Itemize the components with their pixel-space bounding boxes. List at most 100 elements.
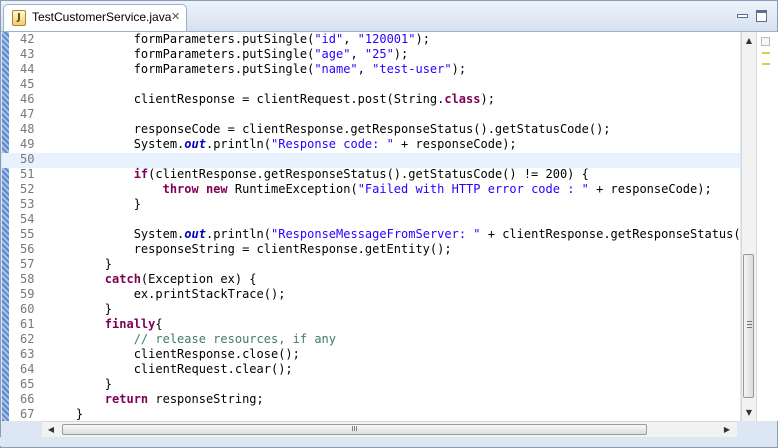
code-editor[interactable]: 42 formParameters.putSingle("id", "12000…	[2, 32, 740, 421]
code-text[interactable]: }	[47, 302, 112, 317]
scroll-down-arrow-icon[interactable]: ▼	[742, 406, 756, 420]
code-line[interactable]: 43 formParameters.putSingle("age", "25")…	[2, 47, 740, 62]
token: ,	[343, 32, 358, 46]
overview-ruler[interactable]	[756, 32, 778, 421]
code-line[interactable]: 48 responseCode = clientResponse.getResp…	[2, 122, 740, 137]
warning-marker[interactable]	[762, 52, 770, 54]
code-text[interactable]: System.out.println("Response code: " + r…	[47, 137, 517, 152]
warning-marker[interactable]	[762, 63, 770, 65]
code-text[interactable]: return responseString;	[47, 392, 264, 407]
line-number: 54	[20, 212, 35, 226]
code-line[interactable]: 52 throw new RuntimeException("Failed wi…	[2, 182, 740, 197]
scroll-right-arrow-icon[interactable]: ▶	[720, 423, 734, 437]
vertical-scroll-thumb[interactable]	[743, 254, 754, 398]
token: }	[47, 257, 113, 271]
code-text[interactable]: }	[47, 197, 141, 212]
code-line[interactable]: 57 }	[2, 257, 740, 272]
horizontal-scroll-thumb[interactable]: III	[62, 424, 647, 435]
token: );	[480, 92, 495, 106]
horizontal-scrollbar[interactable]: ◀ III ▶	[42, 421, 737, 438]
token: clientResponse.close();	[47, 347, 300, 361]
line-number: 56	[20, 242, 35, 256]
code-text[interactable]: clientResponse.close();	[47, 347, 300, 362]
code-line[interactable]: 62 // release resources, if any	[2, 332, 740, 347]
code-line[interactable]: 55 System.out.println("ResponseMessageFr…	[2, 227, 740, 242]
scroll-left-arrow-icon[interactable]: ◀	[44, 423, 58, 437]
code-line[interactable]: 64 clientRequest.clear();	[2, 362, 740, 377]
code-text[interactable]: }	[47, 407, 83, 421]
code-text[interactable]: // release resources, if any	[47, 332, 336, 347]
editor-tab[interactable]: J TestCustomerService.java ✕	[3, 4, 187, 31]
code-text[interactable]: if(clientResponse.getResponseStatus().ge…	[47, 167, 589, 182]
line-number: 48	[20, 122, 35, 136]
code-line[interactable]: 53 }	[2, 197, 740, 212]
line-number: 61	[20, 317, 35, 331]
line-number: 46	[20, 92, 35, 106]
code-text[interactable]: formParameters.putSingle("age", "25");	[47, 47, 409, 62]
token: responseString;	[148, 392, 264, 406]
code-text[interactable]: throw new RuntimeException("Failed with …	[47, 182, 712, 197]
code-text[interactable]: }	[47, 377, 112, 392]
code-line[interactable]: 54	[2, 212, 740, 227]
line-number: 65	[20, 377, 35, 391]
code-line[interactable]: 42 formParameters.putSingle("id", "12000…	[2, 32, 740, 47]
code-text[interactable]: }	[47, 257, 112, 272]
code-line[interactable]: 65 }	[2, 377, 740, 392]
minimize-icon[interactable]	[736, 10, 748, 20]
code-line[interactable]: 51 if(clientResponse.getResponseStatus()…	[2, 167, 740, 182]
grip-line	[747, 327, 752, 328]
token: (clientResponse.getResponseStatus().getS…	[148, 167, 589, 181]
code-lines[interactable]: 42 formParameters.putSingle("id", "12000…	[2, 32, 740, 421]
code-line[interactable]: 67 }	[2, 407, 740, 421]
code-line[interactable]: 66 return responseString;	[2, 392, 740, 407]
code-text[interactable]: formParameters.putSingle("name", "test-u…	[47, 62, 466, 77]
token: );	[393, 47, 409, 61]
overview-status-icon	[761, 37, 770, 46]
scroll-up-arrow-icon[interactable]: ▲	[742, 34, 756, 48]
code-text[interactable]: responseString = clientResponse.getEntit…	[47, 242, 452, 257]
grip-line	[747, 321, 752, 322]
line-number: 64	[20, 362, 35, 376]
token: ,	[357, 62, 373, 76]
code-line[interactable]: 58 catch(Exception ex) {	[2, 272, 740, 287]
code-text[interactable]: ex.printStackTrace();	[47, 287, 286, 302]
code-text[interactable]: clientResponse = clientRequest.post(Stri…	[47, 92, 495, 107]
code-line[interactable]: 47	[2, 107, 740, 122]
code-text[interactable]: catch(Exception ex) {	[47, 272, 257, 287]
code-line[interactable]: 50	[2, 152, 740, 167]
code-line[interactable]: 56 responseString = clientResponse.getEn…	[2, 242, 740, 257]
code-line[interactable]: 60 }	[2, 302, 740, 317]
line-number: 52	[20, 182, 35, 196]
code-text[interactable]: responseCode = clientResponse.getRespons…	[47, 122, 611, 137]
token-kw: new	[205, 182, 228, 196]
code-line[interactable]: 45	[2, 77, 740, 92]
line-number: 44	[20, 62, 35, 76]
token: System.	[47, 137, 185, 151]
java-file-icon: J	[12, 10, 26, 26]
code-text[interactable]: System.out.println("ResponseMessageFromS…	[47, 227, 740, 242]
token-kw: catch	[104, 272, 141, 286]
code-line[interactable]: 61 finally{	[2, 317, 740, 332]
close-tab-icon[interactable]: ✕	[171, 10, 180, 23]
line-number: 55	[20, 227, 35, 241]
code-line[interactable]: 44 formParameters.putSingle("name", "tes…	[2, 62, 740, 77]
code-text[interactable]: clientRequest.clear();	[47, 362, 293, 377]
code-line[interactable]: 59 ex.printStackTrace();	[2, 287, 740, 302]
maximize-icon[interactable]	[756, 10, 767, 22]
code-text[interactable]: finally{	[47, 317, 163, 332]
code-line[interactable]: 63 clientResponse.close();	[2, 347, 740, 362]
code-text[interactable]: formParameters.putSingle("id", "120001")…	[47, 32, 430, 47]
token: {	[155, 317, 163, 331]
vertical-scrollbar[interactable]: ▲ ▼	[741, 32, 756, 421]
token: + responseCode);	[393, 137, 517, 151]
token-str: "age"	[314, 47, 351, 61]
code-line[interactable]: 46 clientResponse = clientRequest.post(S…	[2, 92, 740, 107]
token: responseString = clientResponse.getEntit…	[47, 242, 452, 256]
code-line[interactable]: 49 System.out.println("Response code: " …	[2, 137, 740, 152]
